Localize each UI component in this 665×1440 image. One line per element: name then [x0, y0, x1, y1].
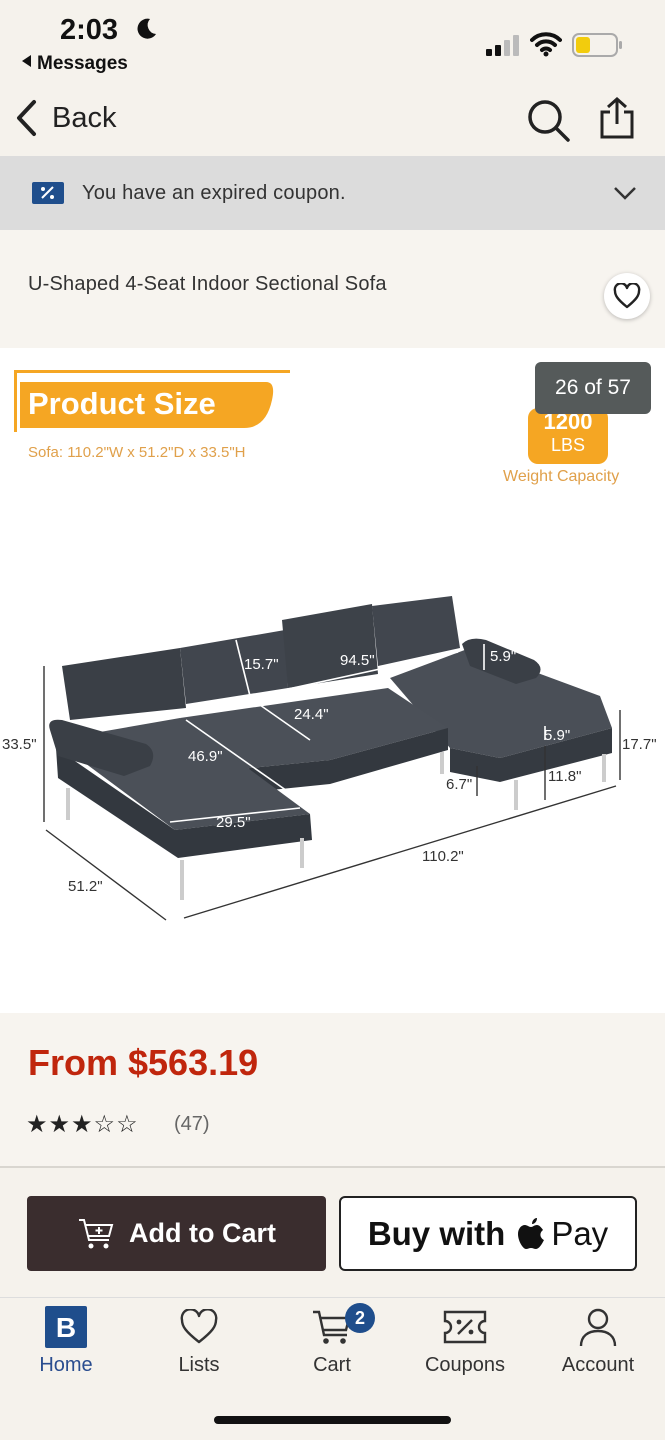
add-to-cart-label: Add to Cart [129, 1218, 276, 1248]
chevron-left-icon [17, 100, 36, 136]
apple-pay-button[interactable]: Buy with Pay [339, 1196, 637, 1271]
tab-lists[interactable]: Lists [134, 1306, 264, 1378]
dim-label: 24.4" [294, 706, 329, 723]
weight-capacity-label: Weight Capacity [503, 468, 620, 485]
price-section [0, 1013, 665, 1166]
dim-label: 51.2" [68, 878, 103, 895]
share-icon[interactable] [596, 96, 638, 140]
dim-label: 110.2" [422, 848, 464, 865]
rating-stars[interactable]: ★★★☆☆ [26, 1110, 139, 1139]
heart-icon [613, 283, 641, 309]
dim-label: 11.8" [548, 768, 582, 785]
tab-account-label: Account [561, 1354, 635, 1376]
tab-cart[interactable]: Cart [267, 1306, 397, 1378]
dim-label: 5.9" [544, 727, 571, 744]
person-icon [576, 1306, 620, 1348]
tab-coupons[interactable]: Coupons [400, 1306, 530, 1378]
home-logo-icon: B [44, 1306, 88, 1348]
buy-with-label: Buy with [367, 1214, 506, 1252]
tab-home[interactable]: B Home [1, 1306, 131, 1378]
product-price: From $563.19 [28, 1042, 259, 1083]
back-app-label: Messages [37, 53, 128, 74]
product-size-heading: Product Size [28, 386, 216, 421]
wifi-icon [530, 32, 562, 57]
tab-home-label: Home [39, 1354, 93, 1376]
dim-label: 6.7" [446, 776, 473, 793]
tab-account[interactable]: Account [533, 1306, 663, 1378]
favorite-button[interactable] [604, 273, 650, 319]
product-title: U-Shaped 4-Seat Indoor Sectional Sofa [28, 273, 387, 295]
dim-label: 94.5" [340, 652, 375, 669]
weight-unit: LBS [550, 435, 586, 455]
apple-logo-icon [518, 1217, 545, 1249]
coupon-icon [443, 1306, 487, 1348]
dim-label: 15.7" [244, 656, 279, 673]
back-to-messages[interactable]: Messages [22, 53, 128, 75]
signal-icon [486, 35, 519, 56]
search-icon[interactable] [526, 98, 572, 142]
product-size-subheading: Sofa: 110.2"W x 51.2"D x 33.5"H [28, 444, 246, 461]
divider [0, 1166, 665, 1168]
pay-label: Pay [551, 1214, 609, 1252]
cart-badge: 2 [345, 1303, 375, 1333]
image-counter: 26 of 57 [535, 362, 651, 414]
add-to-cart-button[interactable]: Add to Cart [27, 1196, 326, 1271]
moon-icon [137, 18, 156, 39]
back-button[interactable]: Back [14, 98, 116, 138]
dim-label: 46.9" [188, 748, 223, 765]
dim-label: 29.5" [216, 814, 251, 831]
coupon-text: You have an expired coupon. [82, 181, 346, 204]
tab-lists-label: Lists [178, 1354, 220, 1376]
tab-cart-label: Cart [313, 1354, 351, 1376]
status-time: 2:03 [60, 14, 119, 46]
dim-label: 33.5" [2, 736, 37, 753]
coupon-icon [32, 182, 64, 204]
app-root: { "status_bar": { "time": "2:03", "back_… [0, 0, 665, 1440]
dim-label: 5.9" [490, 648, 517, 665]
battery-icon [572, 33, 622, 57]
review-count[interactable]: (47) [174, 1113, 210, 1136]
chevron-down-icon[interactable] [612, 180, 638, 206]
back-label: Back [52, 101, 117, 134]
back-triangle-icon [22, 55, 31, 67]
svg-text:B: B [56, 1312, 76, 1343]
heart-icon [177, 1306, 221, 1348]
dim-label: 17.7" [622, 736, 657, 753]
coupon-banner[interactable]: You have an expired coupon. [0, 156, 665, 230]
tab-coupons-label: Coupons [424, 1354, 506, 1376]
home-indicator [214, 1416, 451, 1424]
cart-plus-icon [79, 1218, 114, 1248]
